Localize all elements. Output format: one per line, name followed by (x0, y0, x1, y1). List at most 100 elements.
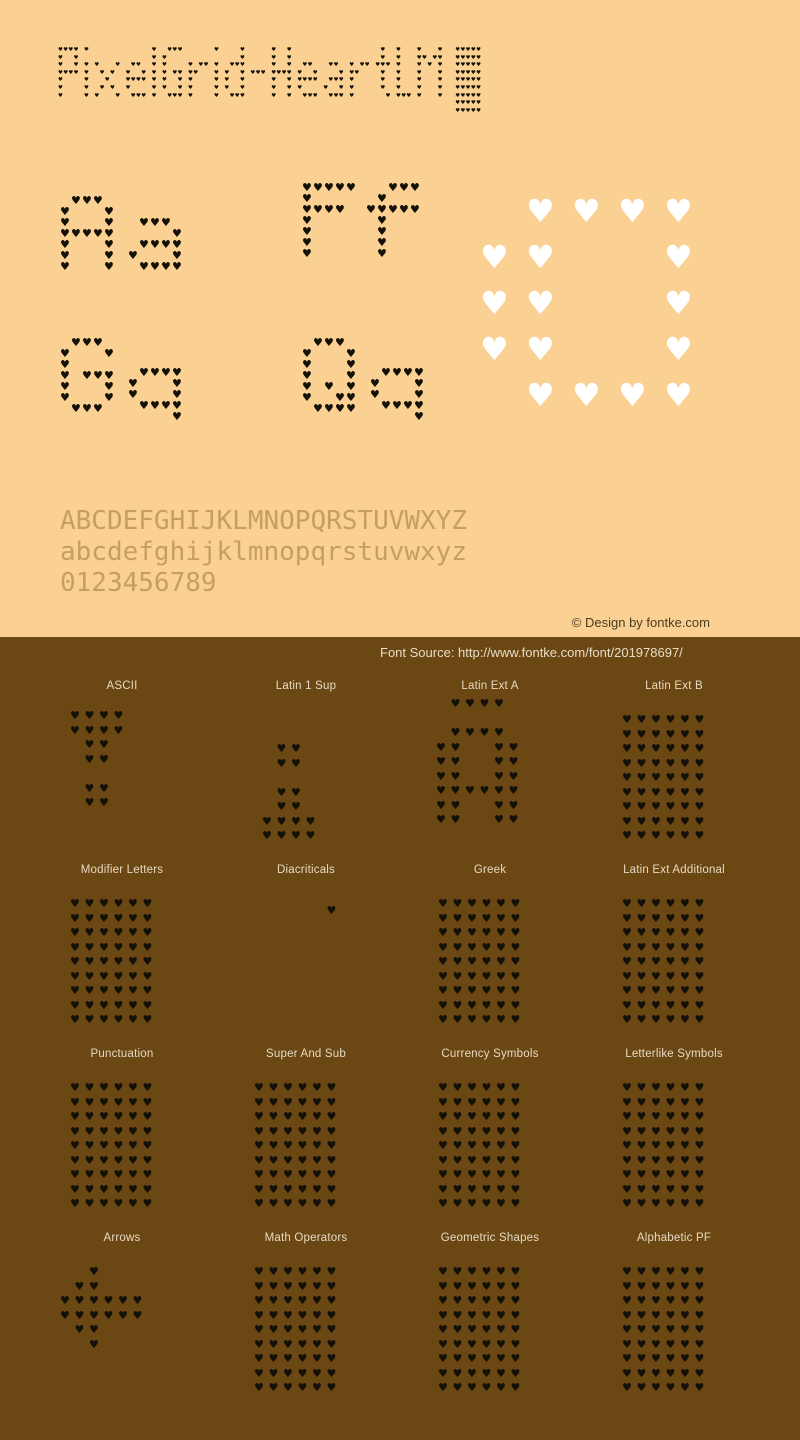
heart-pixel-icon: ♥ (651, 1337, 661, 1351)
unicode-block-cell[interactable]: Geometric Shapes ♥ ♥ ♥ ♥ ♥ ♥ ♥ ♥ ♥ ♥ ♥ ♥ ♥ ♥ ♥ ♥ ♥ ♥ ♥ ♥ ♥ ♥ ♥ ♥… (398, 1232, 582, 1416)
unicode-block-cell[interactable]: Arrows ♥ ♥ ♥ ♥ ♥ ♥ ♥ ♥ ♥ ♥ ♥ ♥ ♥ ♥ ♥ ♥ ♥ ♥ (30, 1232, 214, 1416)
heart-pixel-icon: ♥ (71, 227, 81, 240)
heart-pixel-icon: ♥ (302, 92, 308, 99)
heart-pixel-icon: ♥ (452, 1182, 463, 1196)
unicode-block-cell[interactable]: Alphabetic PF ♥ ♥ ♥ ♥ ♥ ♥ ♥ ♥ ♥ ♥ ♥ ♥ ♥ ♥ ♥ ♥ ♥ ♥ ♥ ♥ ♥ ♥ ♥ ♥ ♥ ♥ ♥… (582, 1232, 766, 1416)
heart-pixel-icon: ♥ (694, 713, 705, 726)
heart-pixel-icon: ♥ (142, 1124, 153, 1138)
unicode-block-cell[interactable]: Latin Ext A ♥ ♥ ♥ ♥ ♥ ♥ ♥ ♥ ♥ ♥ ♥ ♥ ♥ ♥ ♥ ♥ ♥ ♥ ♥ ♥ ♥ ♥ ♥ ♥ ♥ ♥ ♥ ♥ ♥… (398, 680, 582, 864)
heart-pixel-icon: ♥ (70, 984, 80, 997)
heart-pixel-icon: ♥ (452, 1124, 463, 1138)
heart-pixel-icon: ♥ (636, 926, 647, 939)
heart-pixel-icon: ♥ (103, 1294, 114, 1307)
heart-pixel-icon: ♥ (73, 54, 79, 61)
unicode-block-label: Punctuation (90, 1048, 154, 1060)
unicode-block-preview: ♥ ♥ ♥ ♥ ♥ ♥ ♥ ♥ ♥ ♥ ♥ ♥ ♥ ♥ ♥ ♥ (214, 696, 398, 864)
copyright-text: © Design by fontke.com (571, 615, 710, 630)
heart-pixel-icon: ♥ (70, 998, 80, 1012)
heart-pixel-icon: ♥ (291, 742, 301, 755)
unicode-block-cell[interactable]: Modifier Letters ♥ ♥ ♥ ♥ ♥ ♥ ♥ ♥ ♥ ♥ ♥ ♥ ♥ ♥ ♥ ♥ ♥ ♥ ♥ ♥ ♥ ♥ ♥ ♥… (30, 864, 214, 1048)
heart-pixel-icon: ♥ (651, 1323, 661, 1336)
unicode-block-cell[interactable]: Math Operators ♥ ♥ ♥ ♥ ♥ ♥ ♥ ♥ ♥ ♥ ♥ ♥ ♥ ♥ ♥ ♥ ♥ ♥ ♥ ♥ ♥ ♥ ♥ ♥ ♥ ♥… (214, 1232, 398, 1416)
heart-pixel-icon: ♥ (271, 69, 277, 76)
heart-pixel-icon: ♥ (510, 1095, 521, 1109)
heart-pixel-icon: ♥ (452, 1352, 463, 1365)
unicode-block-cell[interactable]: Latin Ext B ♥ ♥ ♥ ♥ ♥ ♥ ♥ ♥ ♥ ♥ ♥ ♥ ♥ ♥ ♥ ♥ ♥ ♥ ♥ ♥ ♥ ♥ ♥ ♥ ♥ ♥ ♥ ♥ ♥… (582, 680, 766, 864)
unicode-block-cell[interactable]: Latin 1 Sup ♥ ♥ ♥ ♥ ♥ ♥ ♥ ♥ ♥ ♥ ♥ ♥ ♥ ♥ ♥ ♥ (214, 680, 398, 864)
heart-pixel-icon: ♥ (172, 47, 178, 53)
heart-pixel-icon: ♥ (346, 402, 356, 415)
heart-pixel-icon: ♥ (694, 1294, 705, 1307)
heart-pixel-icon: ♥ (510, 1139, 521, 1152)
heart-pixel-icon: ♥ (664, 238, 693, 276)
heart-pixel-icon: ♥ (268, 1124, 279, 1138)
heart-pixel-icon: ♥ (481, 984, 492, 997)
unicode-block-cell[interactable]: Super And Sub ♥ ♥ ♥ ♥ ♥ ♥ ♥ ♥ ♥ ♥ ♥ ♥ ♥ ♥ ♥ ♥ ♥ ♥ ♥ ♥ ♥ ♥ ♥ ♥ ♥ ♥ ♥… (214, 1048, 398, 1232)
unicode-block-cell[interactable]: Greek ♥ ♥ ♥ ♥ ♥ ♥ ♥ ♥ ♥ ♥ ♥ ♥ ♥ ♥ ♥ ♥ ♥ ♥ ♥ ♥ ♥ ♥ ♥ ♥ ♥ ♥ ♥ ♥ ♥ ♥ ♥ ♥ ♥ ♥ ♥… (398, 864, 582, 1048)
heart-pixel-icon: ♥ (128, 1110, 138, 1123)
heart-pixel-icon: ♥ (465, 85, 471, 91)
heart-pixel-icon: ♥ (84, 796, 95, 809)
heart-pixel-icon: ♥ (70, 1081, 80, 1094)
heart-pixel-icon: ♥ (494, 740, 504, 754)
heart-pixel-icon: ♥ (84, 1110, 95, 1123)
heart-pixel-icon: ♥ (452, 1139, 463, 1152)
heart-pixel-icon: ♥ (496, 1323, 506, 1336)
unicode-block-preview: ♥ ♥ ♥ ♥ ♥ ♥ ♥ ♥ ♥ ♥ ♥ ♥ ♥ ♥ ♥ ♥ ♥ ♥ ♥ ♥ ♥ ♥ ♥ ♥ ♥ ♥ ♥ ♥ ♥ ♥ ♥ ♥ ♥ ♥ ♥ ♥ ♥ ♥ ♥ ♥… (214, 1064, 398, 1232)
heart-pixel-icon: ♥ (465, 784, 475, 797)
heart-pixel-icon: ♥ (283, 1110, 293, 1123)
heart-pixel-icon: ♥ (276, 756, 287, 770)
heart-pixel-icon: ♥ (494, 726, 504, 739)
heart-pixel-icon: ♥ (508, 784, 519, 797)
heart-pixel-icon: ♥ (99, 781, 109, 795)
heart-pixel-icon: ♥ (198, 62, 204, 69)
heart-pixel-icon: ♥ (167, 47, 173, 53)
heart-pixel-icon: ♥ (651, 1197, 661, 1210)
heart-pixel-icon: ♥ (651, 1110, 661, 1123)
heart-pixel-icon: ♥ (302, 247, 312, 260)
heart-pixel-icon: ♥ (470, 47, 476, 53)
unicode-block-cell[interactable]: ASCII ♥ ♥ ♥ ♥ ♥ ♥ ♥ ♥ ♥ ♥ ♥ ♥ ♥ ♥ ♥ ♥ (30, 680, 214, 864)
heart-pixel-icon: ♥ (455, 107, 461, 114)
heart-pixel-icon: ♥ (665, 1265, 676, 1278)
heart-pixel-icon: ♥ (58, 62, 63, 69)
unicode-block-label: Alphabetic PF (636, 1232, 712, 1244)
heart-pixel-icon: ♥ (291, 814, 301, 828)
heart-pixel-icon: ♥ (84, 940, 95, 954)
heart-pixel-icon: ♥ (651, 1013, 661, 1026)
heart-pixel-icon: ♥ (142, 998, 153, 1012)
unicode-block-cell[interactable]: Punctuation ♥ ♥ ♥ ♥ ♥ ♥ ♥ ♥ ♥ ♥ ♥ ♥ ♥ ♥ ♥ ♥ ♥ ♥ ♥ ♥ ♥ ♥ ♥ ♥ ♥ ♥ ♥ ♥ ♥… (30, 1048, 214, 1232)
unicode-block-cell[interactable]: Diacriticals ♥ (214, 864, 398, 1048)
unicode-block-cell[interactable]: Latin Ext Additional ♥ ♥ ♥ ♥ ♥ ♥ ♥ ♥ ♥ ♥ ♥ ♥ ♥ ♥ ♥ ♥ ♥ ♥ ♥ ♥… (582, 864, 766, 1048)
heart-pixel-icon: ♥ (128, 998, 138, 1012)
heart-pixel-icon: ♥ (84, 738, 95, 751)
heart-pixel-icon: ♥ (326, 1381, 337, 1394)
heart-pixel-icon: ♥ (254, 1279, 264, 1293)
heart-pixel-icon: ♥ (268, 1153, 279, 1167)
heart-pixel-icon: ♥ (510, 1323, 521, 1336)
heart-pixel-icon: ♥ (680, 926, 690, 939)
unicode-block-cell[interactable]: Letterlike Symbols ♥ ♥ ♥ ♥ ♥ ♥ ♥ ♥ ♥ ♥ ♥ ♥ ♥ ♥ ♥ ♥ ♥ ♥ ♥ ♥ ♥ ♥… (582, 1048, 766, 1232)
heart-pixel-icon: ♥ (437, 69, 443, 76)
heart-pixel-icon: ♥ (113, 897, 124, 910)
heart-pixel-icon: ♥ (99, 738, 109, 751)
heart-pixel-icon: ♥ (268, 1279, 279, 1293)
heart-pixel-icon: ♥ (142, 1182, 153, 1196)
heart-pixel-icon: ♥ (276, 785, 287, 799)
heart-pixel-icon: ♥ (73, 62, 79, 69)
heart-pixel-icon: ♥ (84, 1013, 95, 1026)
heart-pixel-icon: ♥ (84, 85, 89, 91)
heart-pixel-icon: ♥ (89, 1323, 99, 1336)
heart-pixel-icon: ♥ (84, 969, 95, 983)
heart-pixel-icon: ♥ (162, 54, 167, 61)
heart-pixel-icon: ♥ (128, 1095, 138, 1109)
unicode-block-cell[interactable]: Currency Symbols ♥ ♥ ♥ ♥ ♥ ♥ ♥ ♥ ♥ ♥ ♥ ♥ ♥ ♥ ♥ ♥ ♥ ♥ ♥ ♥ ♥ ♥ ♥ ♥… (398, 1048, 582, 1232)
heart-pixel-icon: ♥ (622, 911, 632, 925)
alphabet-row-uppercase: ABCDEFGHIJKLMNOPQRSTUVWXYZ (60, 506, 467, 536)
heart-pixel-icon: ♥ (113, 1197, 124, 1210)
heart-pixel-icon: ♥ (496, 969, 506, 983)
heart-pixel-icon: ♥ (665, 1081, 676, 1094)
heart-pixel-icon: ♥ (694, 1265, 705, 1278)
heart-pixel-icon: ♥ (450, 755, 461, 768)
heart-pixel-icon: ♥ (84, 1124, 95, 1138)
